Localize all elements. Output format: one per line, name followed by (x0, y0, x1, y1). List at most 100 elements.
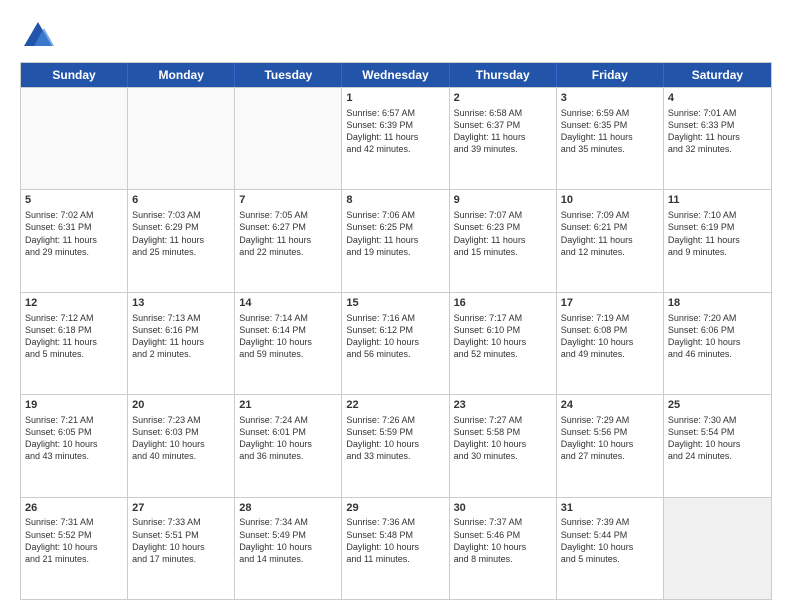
calendar-header-row: SundayMondayTuesdayWednesdayThursdayFrid… (21, 63, 771, 87)
calendar-cell: 15Sunrise: 7:16 AM Sunset: 6:12 PM Dayli… (342, 293, 449, 394)
day-number: 30 (454, 501, 552, 516)
calendar-cell: 4Sunrise: 7:01 AM Sunset: 6:33 PM Daylig… (664, 88, 771, 189)
day-number: 25 (668, 398, 767, 413)
weekday-header: Friday (557, 63, 664, 87)
day-number: 1 (346, 91, 444, 106)
day-number: 16 (454, 296, 552, 311)
cell-daylight-info: Sunrise: 7:13 AM Sunset: 6:16 PM Dayligh… (132, 312, 230, 361)
cell-daylight-info: Sunrise: 7:33 AM Sunset: 5:51 PM Dayligh… (132, 516, 230, 565)
day-number: 2 (454, 91, 552, 106)
calendar-cell: 3Sunrise: 6:59 AM Sunset: 6:35 PM Daylig… (557, 88, 664, 189)
day-number: 26 (25, 501, 123, 516)
day-number: 23 (454, 398, 552, 413)
cell-daylight-info: Sunrise: 7:06 AM Sunset: 6:25 PM Dayligh… (346, 209, 444, 258)
day-number: 28 (239, 501, 337, 516)
day-number: 9 (454, 193, 552, 208)
calendar: SundayMondayTuesdayWednesdayThursdayFrid… (20, 62, 772, 600)
calendar-cell: 27Sunrise: 7:33 AM Sunset: 5:51 PM Dayli… (128, 498, 235, 599)
calendar-cell: 20Sunrise: 7:23 AM Sunset: 6:03 PM Dayli… (128, 395, 235, 496)
weekday-header: Wednesday (342, 63, 449, 87)
calendar-row: 26Sunrise: 7:31 AM Sunset: 5:52 PM Dayli… (21, 497, 771, 599)
calendar-cell (235, 88, 342, 189)
calendar-cell: 8Sunrise: 7:06 AM Sunset: 6:25 PM Daylig… (342, 190, 449, 291)
cell-daylight-info: Sunrise: 7:21 AM Sunset: 6:05 PM Dayligh… (25, 414, 123, 463)
cell-daylight-info: Sunrise: 7:29 AM Sunset: 5:56 PM Dayligh… (561, 414, 659, 463)
cell-daylight-info: Sunrise: 7:30 AM Sunset: 5:54 PM Dayligh… (668, 414, 767, 463)
cell-daylight-info: Sunrise: 7:37 AM Sunset: 5:46 PM Dayligh… (454, 516, 552, 565)
cell-daylight-info: Sunrise: 7:34 AM Sunset: 5:49 PM Dayligh… (239, 516, 337, 565)
day-number: 3 (561, 91, 659, 106)
cell-daylight-info: Sunrise: 6:59 AM Sunset: 6:35 PM Dayligh… (561, 107, 659, 156)
calendar-cell: 12Sunrise: 7:12 AM Sunset: 6:18 PM Dayli… (21, 293, 128, 394)
day-number: 19 (25, 398, 123, 413)
calendar-cell: 17Sunrise: 7:19 AM Sunset: 6:08 PM Dayli… (557, 293, 664, 394)
calendar-cell (128, 88, 235, 189)
cell-daylight-info: Sunrise: 7:01 AM Sunset: 6:33 PM Dayligh… (668, 107, 767, 156)
calendar-cell: 26Sunrise: 7:31 AM Sunset: 5:52 PM Dayli… (21, 498, 128, 599)
cell-daylight-info: Sunrise: 6:57 AM Sunset: 6:39 PM Dayligh… (346, 107, 444, 156)
day-number: 7 (239, 193, 337, 208)
day-number: 24 (561, 398, 659, 413)
page: SundayMondayTuesdayWednesdayThursdayFrid… (0, 0, 792, 612)
cell-daylight-info: Sunrise: 6:58 AM Sunset: 6:37 PM Dayligh… (454, 107, 552, 156)
logo (20, 18, 62, 54)
cell-daylight-info: Sunrise: 7:14 AM Sunset: 6:14 PM Dayligh… (239, 312, 337, 361)
day-number: 15 (346, 296, 444, 311)
calendar-cell: 31Sunrise: 7:39 AM Sunset: 5:44 PM Dayli… (557, 498, 664, 599)
calendar-cell: 13Sunrise: 7:13 AM Sunset: 6:16 PM Dayli… (128, 293, 235, 394)
calendar-cell: 21Sunrise: 7:24 AM Sunset: 6:01 PM Dayli… (235, 395, 342, 496)
day-number: 5 (25, 193, 123, 208)
calendar-cell: 7Sunrise: 7:05 AM Sunset: 6:27 PM Daylig… (235, 190, 342, 291)
cell-daylight-info: Sunrise: 7:09 AM Sunset: 6:21 PM Dayligh… (561, 209, 659, 258)
day-number: 20 (132, 398, 230, 413)
day-number: 10 (561, 193, 659, 208)
day-number: 8 (346, 193, 444, 208)
calendar-cell: 28Sunrise: 7:34 AM Sunset: 5:49 PM Dayli… (235, 498, 342, 599)
calendar-cell (21, 88, 128, 189)
day-number: 27 (132, 501, 230, 516)
calendar-cell: 1Sunrise: 6:57 AM Sunset: 6:39 PM Daylig… (342, 88, 449, 189)
cell-daylight-info: Sunrise: 7:16 AM Sunset: 6:12 PM Dayligh… (346, 312, 444, 361)
day-number: 22 (346, 398, 444, 413)
calendar-cell: 6Sunrise: 7:03 AM Sunset: 6:29 PM Daylig… (128, 190, 235, 291)
cell-daylight-info: Sunrise: 7:39 AM Sunset: 5:44 PM Dayligh… (561, 516, 659, 565)
calendar-cell: 10Sunrise: 7:09 AM Sunset: 6:21 PM Dayli… (557, 190, 664, 291)
calendar-cell: 16Sunrise: 7:17 AM Sunset: 6:10 PM Dayli… (450, 293, 557, 394)
calendar-cell: 25Sunrise: 7:30 AM Sunset: 5:54 PM Dayli… (664, 395, 771, 496)
weekday-header: Tuesday (235, 63, 342, 87)
calendar-cell: 5Sunrise: 7:02 AM Sunset: 6:31 PM Daylig… (21, 190, 128, 291)
cell-daylight-info: Sunrise: 7:03 AM Sunset: 6:29 PM Dayligh… (132, 209, 230, 258)
day-number: 14 (239, 296, 337, 311)
day-number: 4 (668, 91, 767, 106)
weekday-header: Saturday (664, 63, 771, 87)
day-number: 11 (668, 193, 767, 208)
day-number: 21 (239, 398, 337, 413)
calendar-row: 1Sunrise: 6:57 AM Sunset: 6:39 PM Daylig… (21, 87, 771, 189)
calendar-cell: 19Sunrise: 7:21 AM Sunset: 6:05 PM Dayli… (21, 395, 128, 496)
calendar-cell: 11Sunrise: 7:10 AM Sunset: 6:19 PM Dayli… (664, 190, 771, 291)
calendar-cell: 9Sunrise: 7:07 AM Sunset: 6:23 PM Daylig… (450, 190, 557, 291)
cell-daylight-info: Sunrise: 7:17 AM Sunset: 6:10 PM Dayligh… (454, 312, 552, 361)
cell-daylight-info: Sunrise: 7:23 AM Sunset: 6:03 PM Dayligh… (132, 414, 230, 463)
logo-icon (20, 18, 56, 54)
day-number: 18 (668, 296, 767, 311)
calendar-cell: 18Sunrise: 7:20 AM Sunset: 6:06 PM Dayli… (664, 293, 771, 394)
day-number: 6 (132, 193, 230, 208)
cell-daylight-info: Sunrise: 7:19 AM Sunset: 6:08 PM Dayligh… (561, 312, 659, 361)
calendar-row: 19Sunrise: 7:21 AM Sunset: 6:05 PM Dayli… (21, 394, 771, 496)
calendar-body: 1Sunrise: 6:57 AM Sunset: 6:39 PM Daylig… (21, 87, 771, 599)
calendar-cell: 2Sunrise: 6:58 AM Sunset: 6:37 PM Daylig… (450, 88, 557, 189)
cell-daylight-info: Sunrise: 7:12 AM Sunset: 6:18 PM Dayligh… (25, 312, 123, 361)
calendar-cell: 14Sunrise: 7:14 AM Sunset: 6:14 PM Dayli… (235, 293, 342, 394)
cell-daylight-info: Sunrise: 7:26 AM Sunset: 5:59 PM Dayligh… (346, 414, 444, 463)
day-number: 17 (561, 296, 659, 311)
cell-daylight-info: Sunrise: 7:36 AM Sunset: 5:48 PM Dayligh… (346, 516, 444, 565)
calendar-cell: 30Sunrise: 7:37 AM Sunset: 5:46 PM Dayli… (450, 498, 557, 599)
cell-daylight-info: Sunrise: 7:24 AM Sunset: 6:01 PM Dayligh… (239, 414, 337, 463)
header (20, 18, 772, 54)
calendar-cell: 29Sunrise: 7:36 AM Sunset: 5:48 PM Dayli… (342, 498, 449, 599)
cell-daylight-info: Sunrise: 7:27 AM Sunset: 5:58 PM Dayligh… (454, 414, 552, 463)
cell-daylight-info: Sunrise: 7:10 AM Sunset: 6:19 PM Dayligh… (668, 209, 767, 258)
cell-daylight-info: Sunrise: 7:31 AM Sunset: 5:52 PM Dayligh… (25, 516, 123, 565)
cell-daylight-info: Sunrise: 7:02 AM Sunset: 6:31 PM Dayligh… (25, 209, 123, 258)
